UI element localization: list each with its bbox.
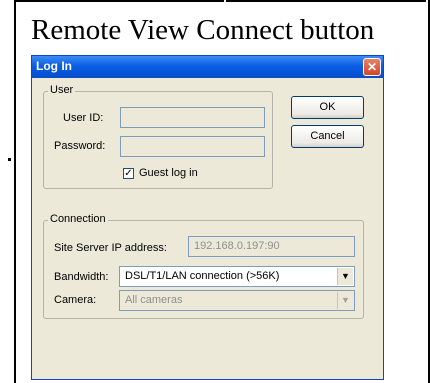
document-frame-left <box>14 0 16 383</box>
close-button[interactable]: ✕ <box>363 58 381 76</box>
camera-select: All cameras ▼ <box>119 290 355 311</box>
dialog-titlebar[interactable]: Log In ✕ <box>32 56 383 78</box>
check-icon: ✓ <box>124 168 133 179</box>
close-icon: ✕ <box>366 60 378 74</box>
server-ip-field: 192.168.0.197:90 <box>188 236 355 257</box>
chevron-down-icon: ▼ <box>337 292 353 309</box>
document-frame-top <box>14 0 224 2</box>
dialog-title: Log In <box>36 59 72 73</box>
camera-label: Camera: <box>54 294 97 306</box>
document-frame-top-right <box>226 0 426 2</box>
server-ip-label: Site Server IP address: <box>54 242 167 254</box>
ok-button[interactable]: OK <box>291 96 364 119</box>
user-id-label: User ID: <box>63 112 104 124</box>
cancel-button[interactable]: Cancel <box>291 125 364 148</box>
camera-value: All cameras <box>125 294 183 306</box>
user-id-field[interactable] <box>120 107 265 128</box>
login-dialog: Log In ✕ User User ID: Password: ✓ Guest… <box>31 55 384 380</box>
chevron-down-icon[interactable]: ▼ <box>337 268 353 285</box>
figure-caption: Remote View Connect button <box>31 14 375 46</box>
bandwidth-label: Bandwidth: <box>54 271 109 283</box>
connection-group-legend: Connection <box>48 213 108 225</box>
password-label: Password: <box>54 140 106 152</box>
guest-login-checkbox[interactable]: ✓ <box>123 168 134 179</box>
guest-login-label: Guest log in <box>139 167 198 179</box>
user-group-legend: User <box>48 84 76 96</box>
bandwidth-select[interactable]: DSL/T1/LAN connection (>56K) ▼ <box>119 266 355 287</box>
margin-dot <box>8 158 11 161</box>
bandwidth-value: DSL/T1/LAN connection (>56K) <box>125 270 280 282</box>
password-field[interactable] <box>120 136 265 157</box>
